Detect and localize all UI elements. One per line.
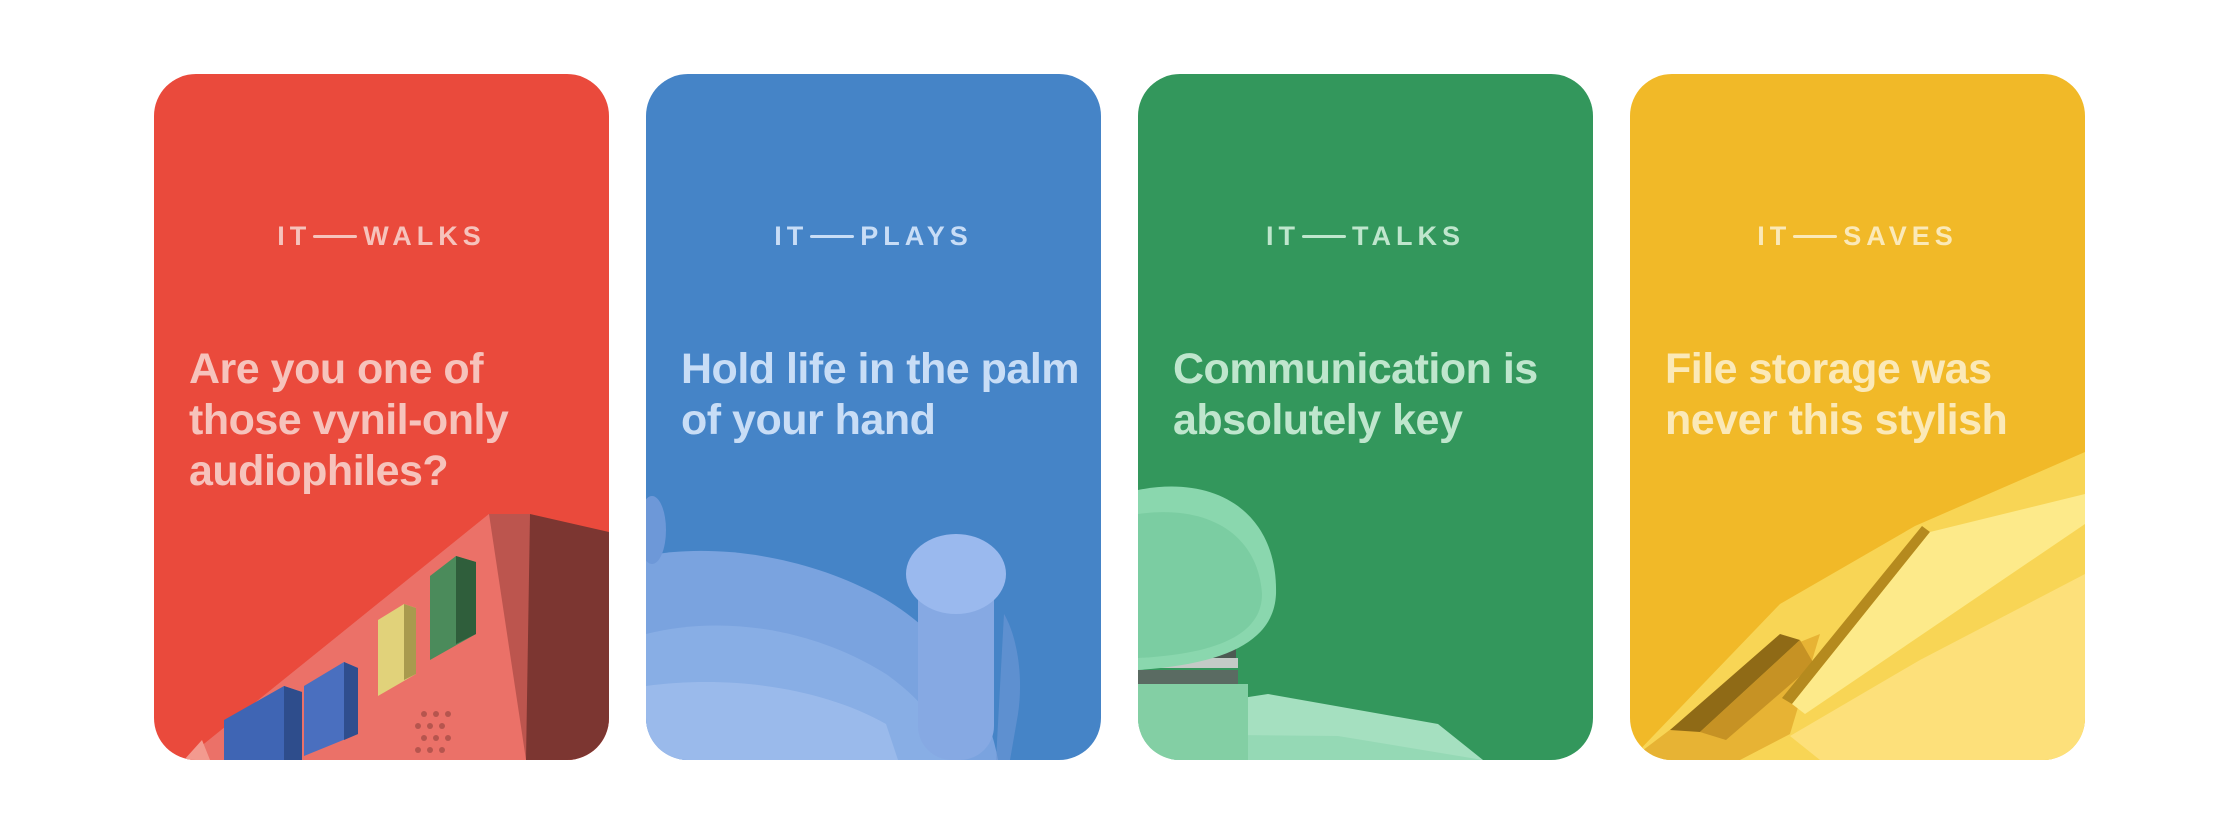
eyebrow-prefix: IT — [774, 221, 809, 251]
eyebrow-word: SAVES — [1843, 221, 1958, 251]
eyebrow-prefix: IT — [1266, 221, 1300, 251]
card-eyebrow: IT PLAYS — [646, 221, 1101, 252]
card-headline: Communication is absolutely key — [1173, 345, 1538, 444]
card-headline: Are you one of those vynil-only audiophi… — [189, 345, 509, 495]
eyebrow-dash — [1793, 235, 1838, 238]
card-talks[interactable]: IT TALKS Communication is absolutely key — [1138, 74, 1593, 760]
card-eyebrow: IT TALKS — [1138, 221, 1593, 252]
eyebrow-prefix: IT — [277, 221, 312, 251]
eyebrow-word: TALKS — [1352, 221, 1465, 251]
card-headline: Hold life in the palm of your hand — [681, 345, 1080, 444]
card-walks[interactable]: IT WALKS Are you one of those vynil-only… — [154, 74, 609, 760]
card-plays[interactable]: IT PLAYS Hold life in the palm of your h… — [646, 74, 1101, 760]
card-headline: File storage was never this stylish — [1665, 345, 2008, 444]
eyebrow-word: PLAYS — [860, 221, 973, 251]
card-eyebrow: IT WALKS — [154, 221, 609, 252]
eyebrow-dash — [313, 235, 358, 238]
card-saves[interactable]: IT SAVES File storage was never this sty… — [1630, 74, 2085, 760]
eyebrow-dash — [1302, 235, 1346, 238]
eyebrow-word: WALKS — [363, 221, 486, 251]
card-carousel: IT WALKS Are you one of those vynil-only… — [0, 0, 2240, 836]
card-eyebrow: IT SAVES — [1630, 221, 2085, 252]
eyebrow-dash — [810, 235, 855, 238]
eyebrow-prefix: IT — [1757, 221, 1792, 251]
